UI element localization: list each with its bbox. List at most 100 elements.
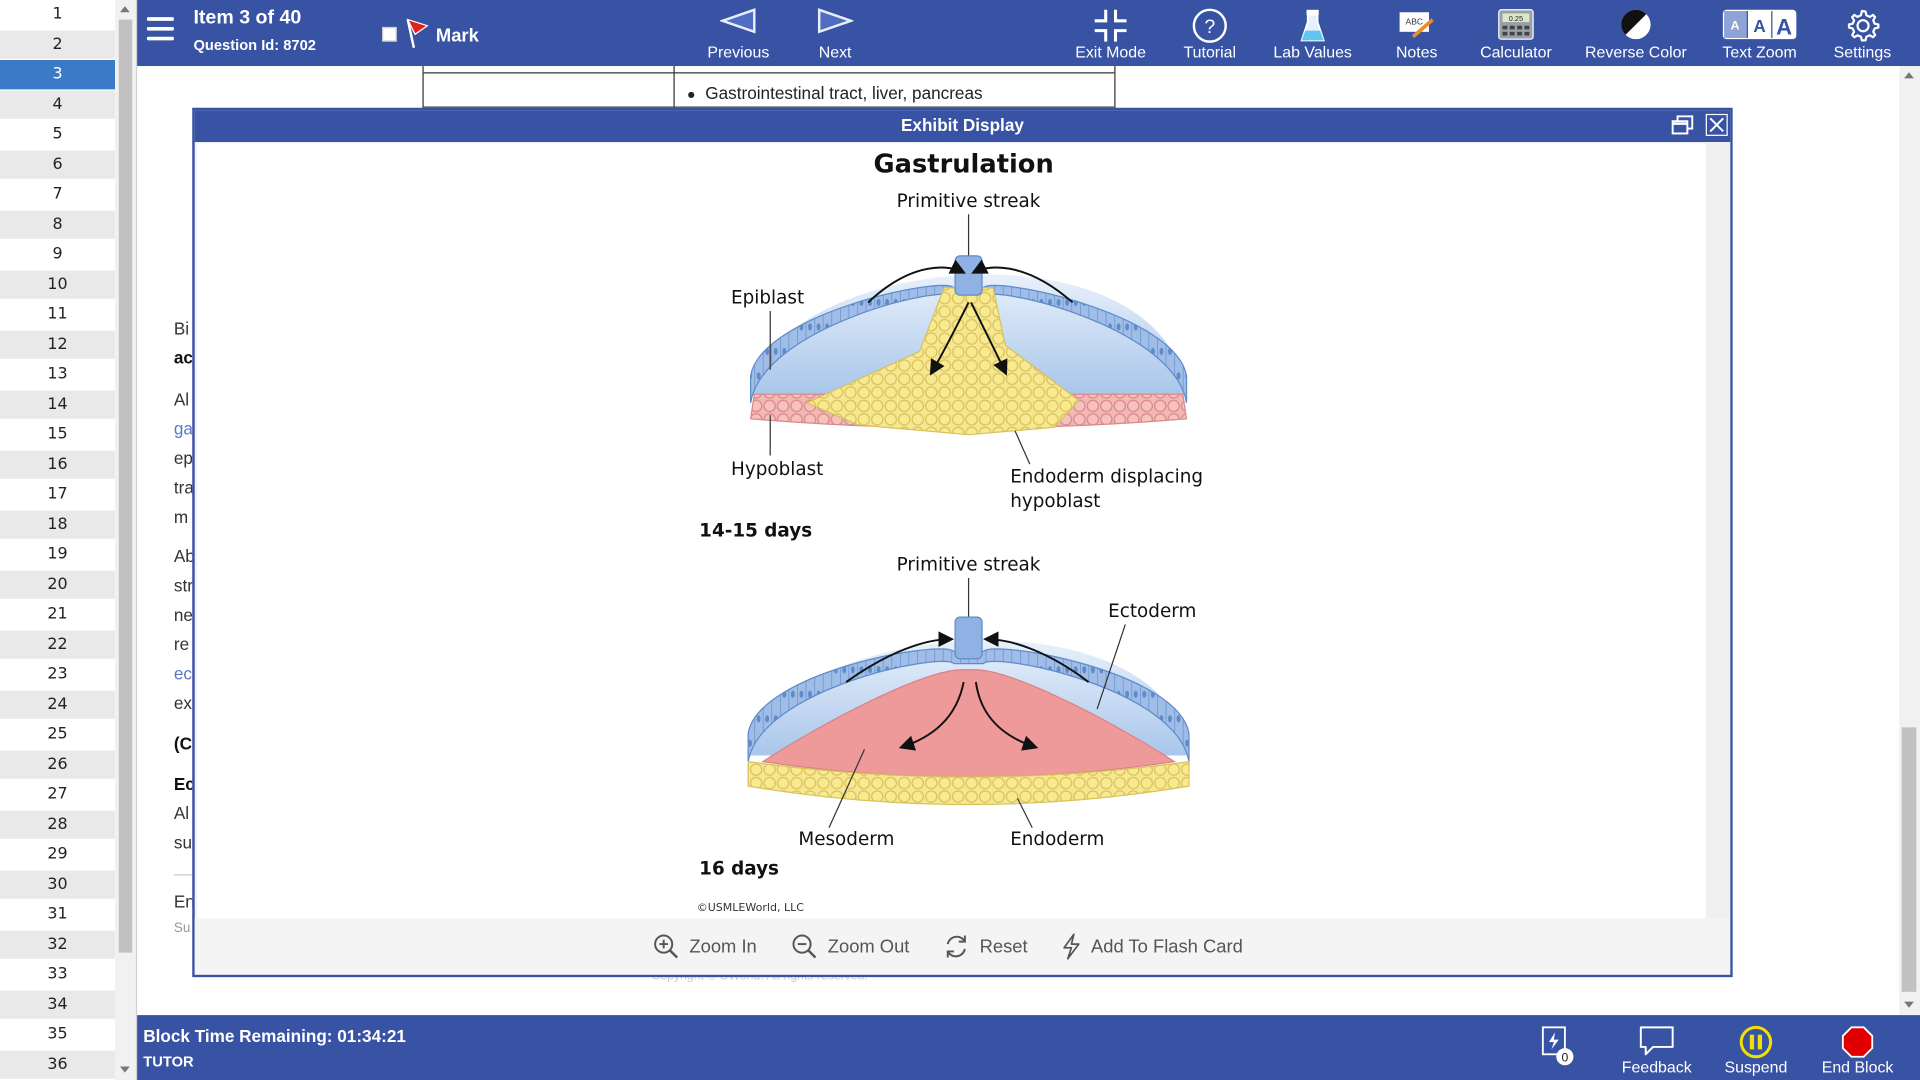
settings-button[interactable]: Settings — [1827, 0, 1898, 66]
figure-title: Gastrulation — [874, 150, 1054, 180]
question-list-item[interactable]: 2 — [0, 30, 116, 61]
explanation-text-fragment: ac — [173, 347, 193, 368]
question-list-item[interactable]: 1 — [0, 0, 116, 31]
explanation-text-fragment: tra — [173, 477, 194, 498]
top-stage-label: 14-15 days — [699, 520, 812, 541]
explanation-text-fragment[interactable]: ga — [174, 419, 193, 439]
hypoblast-label: Hypoblast — [731, 459, 823, 480]
zoom-out-label: Zoom Out — [827, 936, 910, 957]
question-list-item[interactable]: 28 — [0, 810, 116, 841]
mark-label[interactable]: Mark — [436, 26, 479, 47]
question-list-item[interactable]: 21 — [0, 600, 116, 631]
question-list-item[interactable]: 4 — [0, 90, 116, 121]
question-list-item[interactable]: 33 — [0, 960, 116, 991]
question-list-item[interactable]: 10 — [0, 270, 116, 301]
content-scroll-down-icon[interactable] — [1904, 1001, 1914, 1008]
exhibit-header: Exhibit Display — [194, 110, 1731, 143]
flash-card-button[interactable]: 0 — [1533, 1015, 1582, 1080]
question-list-item[interactable]: 6 — [0, 150, 116, 181]
explanation-text-fragment: (C — [173, 733, 192, 754]
question-list-item[interactable]: 16 — [0, 450, 116, 481]
suspend-button[interactable]: Suspend — [1719, 1015, 1792, 1080]
question-list-item[interactable]: 14 — [0, 390, 116, 421]
notes-button[interactable]: ABC Notes — [1384, 0, 1450, 66]
question-list-item[interactable]: 20 — [0, 570, 116, 601]
question-list-item[interactable]: 29 — [0, 840, 116, 871]
end-block-label: End Block — [1821, 1057, 1894, 1077]
next-button[interactable]: Next — [803, 0, 867, 66]
explanation-text-fragment: su — [173, 832, 192, 853]
question-list-item[interactable]: 18 — [0, 510, 116, 541]
zoom-in-button[interactable]: Zoom In — [653, 933, 757, 960]
question-list-scrollbar[interactable] — [115, 0, 138, 1080]
question-list-item[interactable]: 8 — [0, 210, 116, 241]
exhibit-title: Exhibit Display — [900, 115, 1024, 135]
exit-mode-button[interactable]: Exit Mode — [1068, 0, 1154, 66]
flag-icon[interactable] — [404, 17, 431, 49]
exhibit-scrollbar[interactable] — [1705, 142, 1731, 919]
reverse-color-label: Reverse Color — [1585, 42, 1687, 62]
zoom-out-button[interactable]: Zoom Out — [791, 933, 909, 960]
menu-icon[interactable] — [146, 17, 174, 41]
mesoderm-label: Mesoderm — [798, 829, 894, 850]
question-list-item[interactable]: 12 — [0, 330, 116, 361]
exhibit-footer: Zoom In Zoom Out Reset Add To Flash Card — [194, 918, 1731, 975]
scroll-thumb[interactable] — [118, 19, 133, 953]
scroll-down-arrow-icon[interactable] — [120, 1066, 130, 1073]
explanation-text-fragment[interactable]: ec — [174, 664, 192, 684]
calculator-button[interactable]: 0.25 Calculator — [1472, 0, 1560, 66]
question-list-item[interactable]: 32 — [0, 930, 116, 961]
question-list-item[interactable]: 34 — [0, 990, 116, 1021]
epiblast-label: Epiblast — [731, 288, 804, 309]
question-list-item[interactable]: 9 — [0, 240, 116, 271]
question-list-item[interactable]: 7 — [0, 180, 116, 211]
question-list-item[interactable]: 19 — [0, 540, 116, 571]
question-list-item[interactable]: 13 — [0, 360, 116, 391]
question-list-item[interactable]: 30 — [0, 870, 116, 901]
table-cell-text: Gastrointestinal tract, liver, pancreas — [705, 83, 983, 103]
question-list-item[interactable]: 35 — [0, 1020, 116, 1051]
content-scrollbar[interactable] — [1899, 66, 1920, 1016]
add-flash-card-button[interactable]: Add To Flash Card — [1062, 933, 1243, 960]
flash-card-count: 0 — [1561, 1051, 1568, 1065]
bottom-panel-diagram: Primitive streak Ectoderm Mesoderm Endod… — [699, 555, 1196, 880]
question-list-item[interactable]: 36 — [0, 1050, 116, 1080]
previous-button[interactable]: Previous — [698, 0, 779, 66]
reverse-color-button[interactable]: Reverse Color — [1584, 0, 1687, 66]
zoom-in-icon — [654, 934, 679, 959]
text-zoom-button[interactable]: A A A Text Zoom — [1714, 0, 1805, 66]
question-list-item[interactable]: 22 — [0, 630, 116, 661]
lab-values-button[interactable]: Lab Values — [1266, 0, 1359, 66]
mark-checkbox[interactable] — [382, 26, 397, 42]
question-list-item[interactable]: 24 — [0, 690, 116, 721]
content-scroll-thumb[interactable] — [1901, 727, 1917, 992]
feedback-icon — [1639, 1026, 1674, 1056]
question-list-item[interactable]: 23 — [0, 660, 116, 691]
question-list-item[interactable]: 15 — [0, 420, 116, 451]
question-list-item[interactable]: 17 — [0, 480, 116, 511]
question-list-item[interactable]: 11 — [0, 300, 116, 331]
question-list-item[interactable]: 27 — [0, 780, 116, 811]
top-toolbar: Item 3 of 40 Question Id: 8702 Mark Prev… — [137, 0, 1920, 67]
settings-label: Settings — [1833, 42, 1892, 62]
scroll-up-arrow-icon[interactable] — [120, 6, 130, 13]
question-list-item[interactable]: 5 — [0, 120, 116, 151]
end-block-button[interactable]: End Block — [1817, 1015, 1898, 1080]
reset-button[interactable]: Reset — [943, 933, 1028, 960]
question-list-item[interactable]: 26 — [0, 750, 116, 781]
close-icon[interactable] — [1705, 113, 1728, 136]
mode-label: TUTOR — [143, 1053, 194, 1071]
top-primitive-streak-label: Primitive streak — [897, 191, 1041, 212]
add-flash-card-label: Add To Flash Card — [1091, 936, 1243, 957]
text-zoom-medium-letter: A — [1753, 16, 1765, 36]
question-list-item[interactable]: 3 — [0, 60, 116, 91]
feedback-button[interactable]: Feedback — [1616, 1015, 1697, 1080]
question-list-item[interactable]: 25 — [0, 720, 116, 751]
question-id: Question Id: 8702 — [193, 36, 316, 54]
tutorial-button[interactable]: ? Tutorial — [1173, 0, 1246, 66]
explanation-text-fragment: Su — [173, 920, 191, 936]
content-scroll-up-icon[interactable] — [1904, 72, 1914, 79]
tutorial-label: Tutorial — [1183, 42, 1237, 62]
restore-window-icon[interactable] — [1671, 115, 1694, 135]
question-list-item[interactable]: 31 — [0, 900, 116, 931]
